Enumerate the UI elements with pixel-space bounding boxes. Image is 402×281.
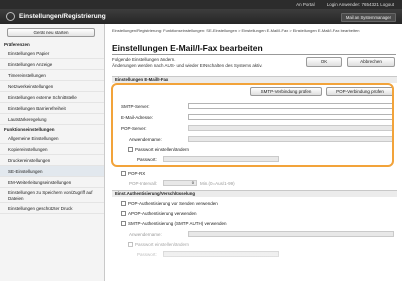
section-email-ifax: Einstellungen E-Mail/I-Fax bbox=[112, 76, 397, 83]
sidebar-item-store-access-files[interactable]: Einstellungen zu Speichern von/Zugriff a… bbox=[0, 188, 104, 203]
sidebar: Gerät neu starten Präferenzen Einstellun… bbox=[0, 24, 105, 281]
section-auth-encryption: Einst.Authentisierung/Verschlüsselung bbox=[112, 190, 397, 197]
mail-to-admin-button[interactable]: Mail an Systemmanager bbox=[340, 13, 396, 22]
smtp-auth-checkbox[interactable] bbox=[121, 221, 126, 226]
apop-checkbox[interactable] bbox=[121, 211, 126, 216]
settings-logo-icon bbox=[6, 12, 15, 21]
top-links: An Portal Login Anwender: 7654321 Logout bbox=[296, 2, 394, 7]
sidebar-item-network[interactable]: Netzwerkeinstellungen bbox=[0, 81, 104, 92]
smtp-auth-label: SMTP-Authentisierung (SMTP AUTH) verwend… bbox=[128, 221, 227, 226]
ok-button[interactable]: OK bbox=[306, 57, 342, 67]
page-title: Einstellungen E-Mail/I-Fax bearbeiten bbox=[112, 43, 263, 53]
sidebar-item-paper[interactable]: Einstellungen Papier bbox=[0, 48, 104, 59]
description-line-2: Änderungen werden nach AUS- und wieder E… bbox=[112, 63, 263, 68]
sidebar-item-accessibility[interactable]: Einstellungen Barrierefreiheit bbox=[0, 103, 104, 114]
sidebar-item-send[interactable]: SE-Einstellungen bbox=[0, 166, 104, 177]
sidebar-item-copy[interactable]: Kopiereinstellungen bbox=[0, 144, 104, 155]
login-user-info[interactable]: Login Anwender: 7654321 Logout bbox=[327, 2, 394, 7]
sidebar-item-display[interactable]: Einstellungen Anzeige bbox=[0, 59, 104, 70]
bottom-fade-overlay bbox=[108, 240, 402, 281]
auth-username-label: Anwendername: bbox=[129, 232, 162, 237]
pop-auth-label: POP-Authentisierung vor Senden verwenden bbox=[128, 201, 218, 206]
pop-auth-checkbox[interactable] bbox=[121, 201, 126, 206]
portal-link[interactable]: An Portal bbox=[296, 2, 315, 7]
pop-interval-label: POP-Intervall: bbox=[129, 181, 158, 186]
highlight-box bbox=[111, 83, 394, 167]
sidebar-section-functions: Funktionseinstellungen bbox=[4, 127, 55, 132]
sidebar-section-preferences: Präferenzen bbox=[4, 42, 30, 47]
sidebar-item-printer[interactable]: Druckereinstellungen bbox=[0, 155, 104, 166]
pop-interval-input[interactable]: 0 bbox=[163, 180, 197, 186]
sidebar-item-common[interactable]: Allgemeine Einstellungen bbox=[0, 133, 104, 144]
sidebar-item-volume[interactable]: Lautstärkeregelung bbox=[0, 114, 104, 125]
sidebar-item-external-interface[interactable]: Einstellungen externe Schnittstelle bbox=[0, 92, 104, 103]
top-bar: An Portal Login Anwender: 7654321 Logout bbox=[0, 0, 402, 9]
pop-interval-unit: Min.(0=Aus/1-99) bbox=[200, 181, 235, 186]
breadcrumb: Einstellungen/Registrierung: Funktionsei… bbox=[112, 28, 360, 33]
restart-device-button[interactable]: Gerät neu starten bbox=[7, 28, 95, 37]
sidebar-item-forwarding[interactable]: EM-Weiterleitungseinstellungen bbox=[0, 177, 104, 188]
auth-username-input[interactable] bbox=[188, 231, 394, 237]
app-title: Einstellungen/Registrierung bbox=[19, 13, 106, 20]
sidebar-item-timer[interactable]: Timereinstellungen bbox=[0, 70, 104, 81]
apop-label: APOP-Authentisierung verwenden bbox=[128, 211, 197, 216]
sidebar-item-secure-print[interactable]: Einstellungen geschützter Druck bbox=[0, 203, 104, 214]
cancel-button[interactable]: Abbrechen bbox=[347, 57, 395, 67]
title-divider bbox=[112, 54, 396, 55]
page-description: Folgende Einstellungen ändern. Änderunge… bbox=[112, 57, 263, 69]
sidebar-list: Präferenzen Einstellungen Papier Einstel… bbox=[0, 40, 104, 214]
pop-rx-checkbox[interactable] bbox=[121, 171, 126, 176]
pop-rx-label: POP-RX bbox=[128, 171, 146, 176]
title-bar: Einstellungen/Registrierung Mail an Syst… bbox=[0, 9, 402, 24]
